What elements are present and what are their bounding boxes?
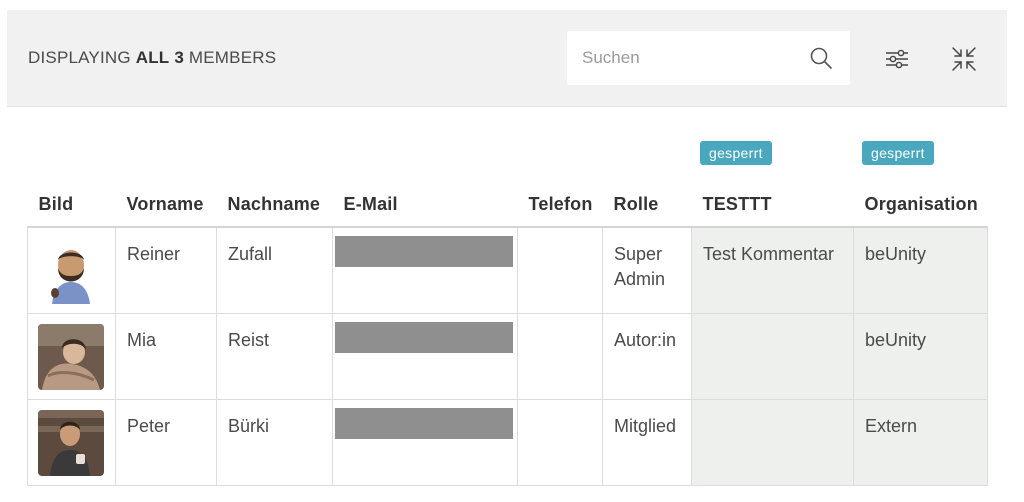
- members-toolbar: DISPLAYING ALL 3 MEMBERS: [7, 10, 1007, 107]
- cell-bild: [27, 312, 116, 400]
- collapse-arrows-icon[interactable]: [950, 45, 978, 73]
- column-header-nachname[interactable]: Nachname: [217, 183, 333, 227]
- display-prefix: DISPLAYING: [28, 48, 131, 67]
- cell-bild: [27, 226, 116, 314]
- member-count-label: DISPLAYING ALL 3 MEMBERS: [28, 48, 276, 68]
- table-row[interactable]: Peter Bürki Mitglied Extern: [27, 398, 988, 486]
- cell-rolle: Autor:in: [602, 312, 692, 400]
- cell-organisation: Extern: [853, 398, 988, 486]
- column-header-vorname[interactable]: Vorname: [116, 183, 217, 227]
- cell-bild: [27, 398, 116, 486]
- cell-organisation: beUnity: [853, 226, 988, 314]
- column-header-rolle[interactable]: Rolle: [603, 183, 692, 227]
- table-row[interactable]: Reiner Zufall Super Admin Test Kommentar…: [27, 226, 988, 314]
- testtt-status-badge: gesperrt: [700, 141, 772, 165]
- sliders-icon[interactable]: [883, 45, 911, 73]
- cell-telefon: [517, 398, 603, 486]
- column-header-telefon[interactable]: Telefon: [518, 183, 603, 227]
- column-header-organisation[interactable]: Organisation: [854, 183, 988, 227]
- cell-email: [332, 398, 518, 486]
- cell-testtt: Test Kommentar: [691, 226, 854, 314]
- display-count: 3: [174, 48, 184, 67]
- organisation-status-badge: gesperrt: [862, 141, 934, 165]
- redacted-email: [335, 321, 513, 353]
- avatar[interactable]: [38, 238, 104, 304]
- cell-telefon: [517, 312, 603, 400]
- cell-vorname: Mia: [115, 312, 217, 400]
- display-suffix: MEMBERS: [188, 48, 277, 67]
- cell-email: [332, 226, 518, 314]
- cell-vorname: Reiner: [115, 226, 217, 314]
- cell-rolle: Super Admin: [602, 226, 692, 314]
- cell-testtt: [691, 398, 854, 486]
- column-header-bild[interactable]: Bild: [28, 183, 116, 227]
- cell-vorname: Peter: [115, 398, 217, 486]
- column-header-email[interactable]: E-Mail: [333, 183, 518, 227]
- cell-nachname: Reist: [216, 312, 333, 400]
- display-all: ALL: [135, 48, 170, 67]
- cell-nachname: Zufall: [216, 226, 333, 314]
- search-box: [567, 31, 850, 85]
- search-input[interactable]: [567, 31, 807, 85]
- redacted-email: [335, 407, 513, 439]
- table-header-row: Bild Vorname Nachname E-Mail Telefon Rol…: [28, 183, 988, 227]
- cell-organisation: beUnity: [853, 312, 988, 400]
- cell-rolle: Mitglied: [602, 398, 692, 486]
- cell-testtt: [691, 312, 854, 400]
- avatar[interactable]: [38, 323, 104, 390]
- redacted-email: [335, 236, 513, 267]
- members-table: Bild Vorname Nachname E-Mail Telefon Rol…: [27, 183, 988, 486]
- avatar[interactable]: [38, 409, 104, 476]
- cell-email: [332, 312, 518, 400]
- cell-telefon: [517, 226, 603, 314]
- cell-nachname: Bürki: [216, 398, 333, 486]
- table-row[interactable]: Mia Reist Autor:in beUnity: [27, 312, 988, 400]
- column-header-testtt[interactable]: TESTTT: [692, 183, 854, 227]
- search-icon[interactable]: [809, 46, 833, 70]
